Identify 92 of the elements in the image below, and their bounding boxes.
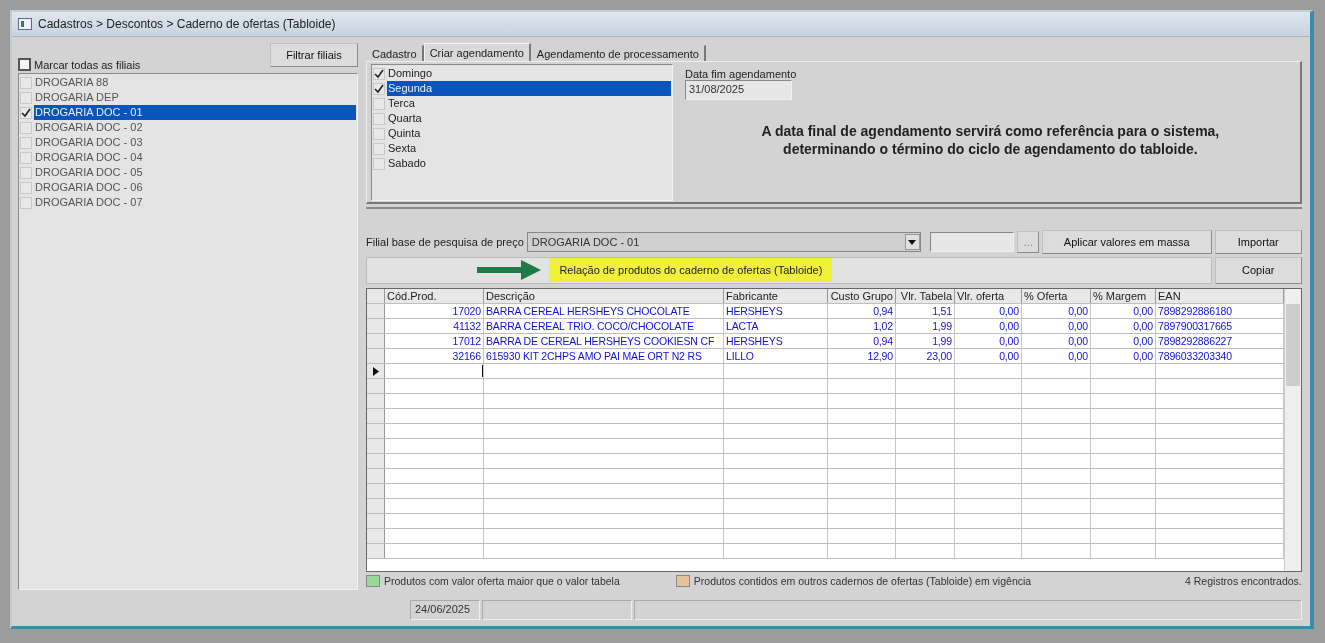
branch-item[interactable]: DROGARIA DOC - 03 <box>34 135 356 150</box>
caret-icon <box>908 239 917 245</box>
table-cell: 17020 <box>385 304 484 318</box>
column-header[interactable]: Cód.Prod. <box>385 289 484 303</box>
table-cell: 7896033203340 <box>1156 349 1284 363</box>
tab[interactable]: Criar agendamento <box>423 43 531 61</box>
table-cell: BARRA DE CEREAL HERSHEYS COOKIESN CF <box>484 334 724 348</box>
legend-label: Produtos com valor oferta maior que o valor tabela <box>384 575 620 587</box>
day-item[interactable]: Sexta <box>387 141 671 156</box>
table-cell: 0,00 <box>955 349 1022 363</box>
branch-item[interactable]: DROGARIA 88 <box>34 75 356 90</box>
table-cell: 1,99 <box>896 319 955 333</box>
table-cell: 0,00 <box>1022 334 1091 348</box>
branch-item[interactable]: DROGARIA DOC - 02 <box>34 120 356 135</box>
table-cell: 0,00 <box>1091 349 1156 363</box>
table-cell: LILLO <box>724 349 828 363</box>
table-cell: 0,00 <box>955 334 1022 348</box>
table-cell: 1,99 <box>896 334 955 348</box>
table-cell: 7898292886227 <box>1156 334 1284 348</box>
note-text: A data final de agendamento servirá como referência para o sistema, determinando o término do ciclo de agendamento do tabloide. <box>760 122 1221 158</box>
table-cell: 0,00 <box>955 319 1022 333</box>
branch-item[interactable]: DROGARIA DEP <box>34 90 356 105</box>
day-item[interactable]: Sabado <box>387 156 671 171</box>
branch-item[interactable]: DROGARIA DOC - 06 <box>34 180 356 195</box>
table-cell: HERSHEYS <box>724 304 828 318</box>
banner-text: Relação de produtos do caderno de ofertas (Tabloide) <box>549 258 833 282</box>
column-header[interactable]: EAN <box>1156 289 1284 303</box>
table-cell: 1,51 <box>896 304 955 318</box>
select-all-label: Marcar todas as filiais <box>34 58 141 71</box>
table-cell: 7897900317665 <box>1156 319 1284 333</box>
branch-item[interactable]: DROGARIA DOC - 01 <box>34 105 356 120</box>
column-header[interactable]: % Oferta <box>1022 289 1091 303</box>
input-field[interactable] <box>929 232 1014 252</box>
table-cell: 12,90 <box>828 349 896 363</box>
branch-item[interactable]: DROGARIA DOC - 07 <box>34 195 356 210</box>
table-cell: 0,00 <box>1022 304 1091 318</box>
table-cell: 0,00 <box>1022 319 1091 333</box>
column-header[interactable]: % Margem <box>1091 289 1156 303</box>
table-cell: 41132 <box>385 319 484 333</box>
window-title: Cadastros > Descontos > Caderno de ofertas (Tabloide) <box>38 17 336 31</box>
column-header[interactable]: Descrição <box>484 289 724 303</box>
current-row-icon <box>372 366 379 376</box>
table-cell: 23,00 <box>896 349 955 363</box>
table-cell: 17012 <box>385 334 484 348</box>
app-icon <box>18 18 32 30</box>
copy-button[interactable]: Copiar <box>1214 256 1302 284</box>
checkbox[interactable] <box>18 58 31 71</box>
branch-item[interactable]: DROGARIA DOC - 04 <box>34 150 356 165</box>
import-button[interactable]: Importar <box>1214 230 1302 254</box>
day-item[interactable]: Segunda <box>387 81 671 96</box>
table-cell: 0,00 <box>1022 349 1091 363</box>
check-icon <box>374 68 384 79</box>
table-cell: 7898292886180 <box>1156 304 1284 318</box>
day-item[interactable]: Quarta <box>387 111 671 126</box>
table-cell: 0,00 <box>1091 334 1156 348</box>
table-cell: HERSHEYS <box>724 334 828 348</box>
table-cell: 0,94 <box>828 334 896 348</box>
branch-dropdown[interactable]: DROGARIA DOC - 01 <box>526 232 921 252</box>
filter-button[interactable]: Filtrar filiais <box>270 43 358 67</box>
arrow <box>477 259 542 281</box>
row-header[interactable] <box>367 364 385 378</box>
record-count: 4 Registros encontrados. <box>1185 575 1302 587</box>
end-date-label: Data fim agendamento <box>685 68 798 80</box>
branch-item[interactable]: DROGARIA DOC - 05 <box>34 165 356 180</box>
column-header[interactable]: Vlr. Tabela <box>896 289 955 303</box>
text-cursor <box>482 365 483 377</box>
table-cell: BARRA CEREAL TRIO. COCO/CHOCOLATE <box>484 319 724 333</box>
end-date-field[interactable]: 31/08/2025 <box>685 80 792 100</box>
scrollbar-thumb[interactable] <box>1285 304 1300 386</box>
table-cell: 1,02 <box>828 319 896 333</box>
apply-button[interactable]: Aplicar valores em massa <box>1041 230 1212 254</box>
corner-header <box>367 289 385 303</box>
check-icon <box>374 83 384 94</box>
table-cell: 615930 KIT 2CHPS AMO PAI MAE ORT N2 RS <box>484 349 724 363</box>
table-cell: 0,00 <box>955 304 1022 318</box>
table-cell: 0,00 <box>1091 304 1156 318</box>
check-icon <box>21 107 31 118</box>
table-cell: BARRA CEREAL HERSHEYS CHOCOLATE <box>484 304 724 318</box>
table-cell: 32166 <box>385 349 484 363</box>
table-cell: 0,00 <box>1091 319 1156 333</box>
column-header[interactable]: Vlr. oferta <box>955 289 1022 303</box>
table-cell: 0,94 <box>828 304 896 318</box>
day-item[interactable]: Quinta <box>387 126 671 141</box>
column-header[interactable]: Custo Grupo <box>828 289 896 303</box>
day-item[interactable]: Domingo <box>387 66 671 81</box>
status-date: 24/06/2025 <box>410 600 480 620</box>
day-item[interactable]: Terca <box>387 96 671 111</box>
legend-label: Produtos contidos em outros cadernos de ofertas (Tabloide) em vigência <box>693 575 1032 587</box>
tab[interactable]: Agendamento de processamento <box>530 45 706 61</box>
price-base-label: Filial base de pesquisa de preço <box>366 236 524 248</box>
table-cell: LACTA <box>724 319 828 333</box>
column-header[interactable]: Fabricante <box>724 289 828 303</box>
